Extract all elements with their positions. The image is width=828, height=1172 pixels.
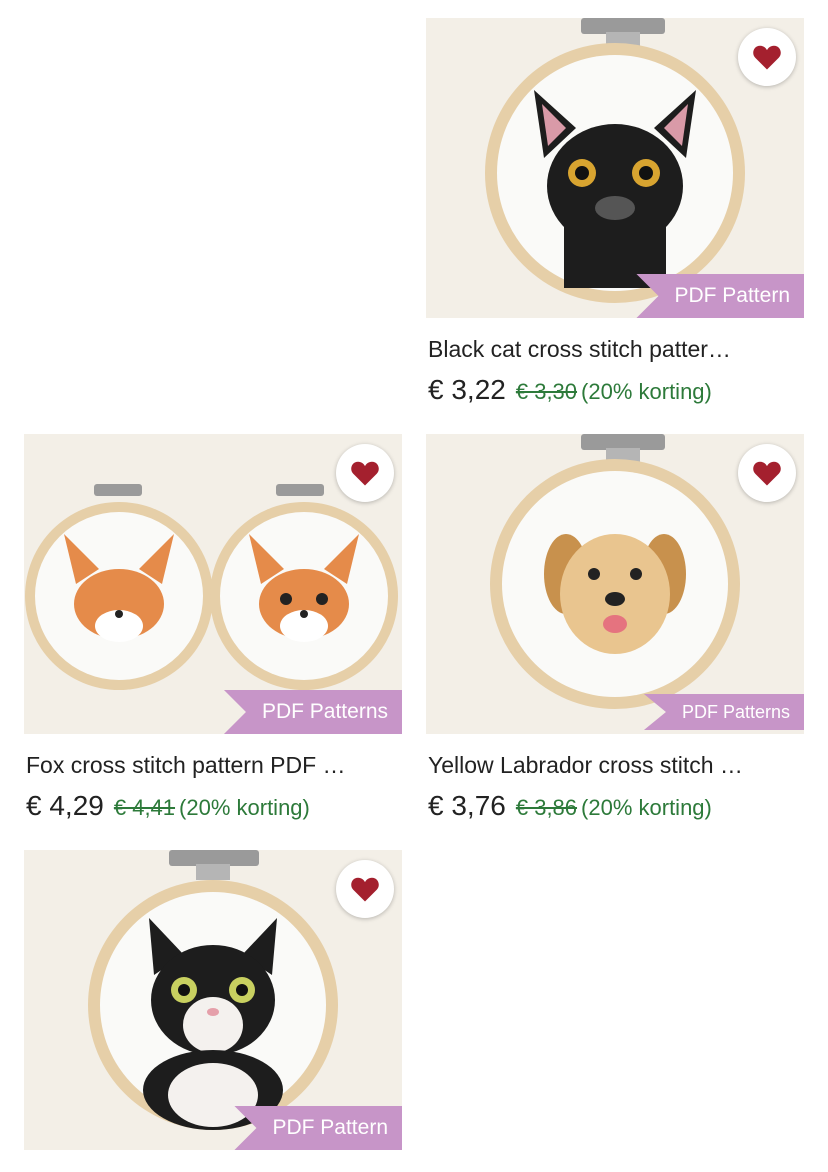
heart-icon [753,461,781,486]
sale-price: € 4,29 [26,790,104,821]
favorite-button[interactable] [336,860,394,918]
original-price: € 4,41 [113,795,176,820]
listing-title[interactable]: Black cat cross stitch patter… [428,336,804,363]
listing-image-placeholder [426,850,804,1150]
favorite-button[interactable] [738,444,796,502]
listing-card-placeholder [24,18,402,408]
listing-card-placeholder [426,850,804,1150]
listing-image-fox[interactable]: PDF Patterns [24,434,402,734]
favorite-button[interactable] [336,444,394,502]
discount-label: (20% korting) [179,795,310,820]
heart-icon [351,461,379,486]
listing-image-labrador[interactable]: PDF Patterns [426,434,804,734]
listing-card-tuxedo-cat[interactable]: PDF Pattern [24,850,402,1150]
listing-image-placeholder [24,18,402,318]
sale-price: € 3,76 [428,790,506,821]
pdf-pattern-badge: PDF Pattern [636,274,804,318]
original-price: € 3,30 [515,379,578,404]
listing-title[interactable]: Yellow Labrador cross stitch … [428,752,804,779]
listing-price-row: € 3,22 € 3,30 (20% korting) [428,374,804,406]
heart-icon [351,877,379,902]
discount-label: (20% korting) [581,795,712,820]
listing-image-black-cat[interactable]: PDF Pattern [426,18,804,318]
favorite-button[interactable] [738,28,796,86]
listing-card-labrador[interactable]: PDF Patterns Yellow Labrador cross stitc… [426,434,804,824]
listing-price-row: € 4,29 € 4,41 (20% korting) [26,790,402,822]
heart-icon [753,45,781,70]
listing-card-fox[interactable]: PDF Patterns Fox cross stitch pattern PD… [24,434,402,824]
pdf-pattern-badge: PDF Patterns [223,690,402,734]
listing-card-black-cat[interactable]: PDF Pattern Black cat cross stitch patte… [426,18,804,408]
listing-image-tuxedo-cat[interactable]: PDF Pattern [24,850,402,1150]
original-price: € 3,86 [515,795,578,820]
listing-title[interactable]: Fox cross stitch pattern PDF … [26,752,402,779]
sale-price: € 3,22 [428,374,506,405]
pdf-pattern-badge: PDF Patterns [643,694,804,730]
pdf-pattern-badge: PDF Pattern [234,1106,402,1150]
discount-label: (20% korting) [581,379,712,404]
listing-price-row: € 3,76 € 3,86 (20% korting) [428,790,804,822]
